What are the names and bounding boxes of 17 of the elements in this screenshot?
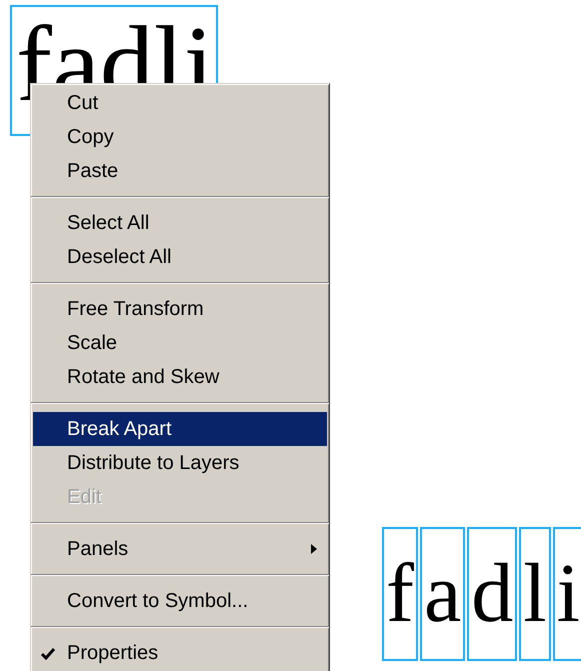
- menu-item[interactable]: Rotate and Skew: [33, 360, 327, 394]
- menu-item[interactable]: Select All: [33, 206, 327, 240]
- menu-item[interactable]: Scale: [33, 326, 327, 360]
- menu-item[interactable]: Properties: [33, 636, 327, 670]
- menu-item[interactable]: Convert to Symbol...: [33, 584, 327, 618]
- submenu-arrow-icon: [311, 544, 317, 554]
- menu-item[interactable]: Free Transform: [33, 292, 327, 326]
- menu-item[interactable]: Distribute to Layers: [33, 446, 327, 480]
- letter-shape: a: [420, 527, 466, 661]
- letter-shape: i: [552, 527, 581, 661]
- menu-item[interactable]: Deselect All: [33, 240, 327, 274]
- letter-shape: l: [519, 527, 551, 661]
- letter-shape: d: [467, 527, 518, 661]
- menu-item[interactable]: Paste: [33, 154, 327, 188]
- menu-item[interactable]: Break Apart: [33, 412, 327, 446]
- menu-item[interactable]: Panels: [33, 532, 327, 566]
- letter-shape: f: [382, 527, 418, 661]
